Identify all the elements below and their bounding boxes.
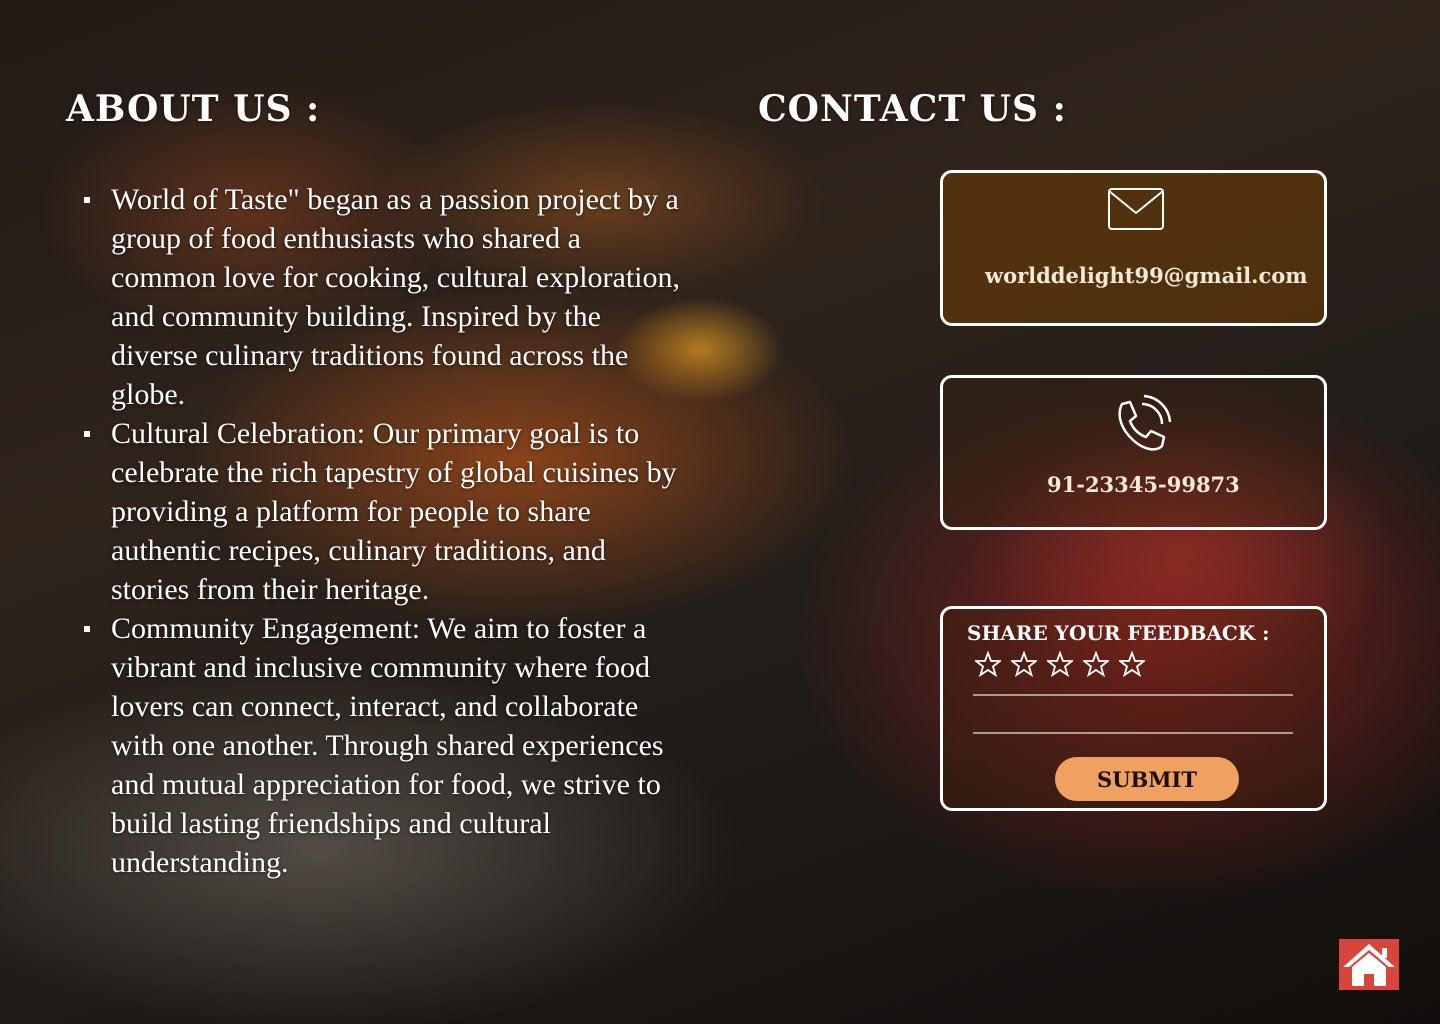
about-item: World of Taste" began as a passion proje…: [80, 180, 690, 414]
about-list: World of Taste" began as a passion proje…: [80, 180, 690, 882]
bullet-icon: [84, 431, 90, 437]
feedback-input-line[interactable]: [973, 732, 1293, 734]
bullet-icon: [84, 626, 90, 632]
star-icon[interactable]: [1047, 651, 1073, 677]
feedback-title: SHARE YOUR FEEDBACK :: [967, 621, 1270, 645]
about-item-text: Cultural Celebration: Our primary goal i…: [111, 417, 677, 606]
feedback-card: SHARE YOUR FEEDBACK : SUBMIT: [940, 606, 1327, 811]
phone-number[interactable]: 91-23345-99873: [1047, 472, 1240, 497]
about-item: Community Engagement: We aim to foster a…: [80, 609, 690, 882]
home-button[interactable]: [1339, 939, 1399, 990]
home-icon: [1343, 943, 1395, 986]
star-icon[interactable]: [1011, 651, 1037, 677]
feedback-input-line[interactable]: [973, 694, 1293, 696]
about-heading: ABOUT US :: [66, 88, 321, 130]
about-item: Cultural Celebration: Our primary goal i…: [80, 414, 690, 609]
email-address[interactable]: worlddelight99@gmail.com: [985, 263, 1307, 288]
contact-heading: CONTACT US :: [758, 88, 1067, 130]
about-item-text: World of Taste" began as a passion proje…: [111, 183, 681, 411]
phone-card[interactable]: 91-23345-99873: [940, 375, 1327, 530]
bullet-icon: [84, 197, 90, 203]
star-icon[interactable]: [1119, 651, 1145, 677]
submit-button[interactable]: SUBMIT: [1055, 757, 1239, 801]
phone-icon: [1118, 394, 1172, 451]
star-rating[interactable]: [975, 651, 1145, 677]
email-card[interactable]: worlddelight99@gmail.com: [940, 170, 1327, 326]
about-item-text: Community Engagement: We aim to foster a…: [111, 612, 664, 879]
star-icon[interactable]: [1083, 651, 1109, 677]
star-icon[interactable]: [975, 651, 1001, 677]
envelope-icon: [1108, 188, 1164, 230]
